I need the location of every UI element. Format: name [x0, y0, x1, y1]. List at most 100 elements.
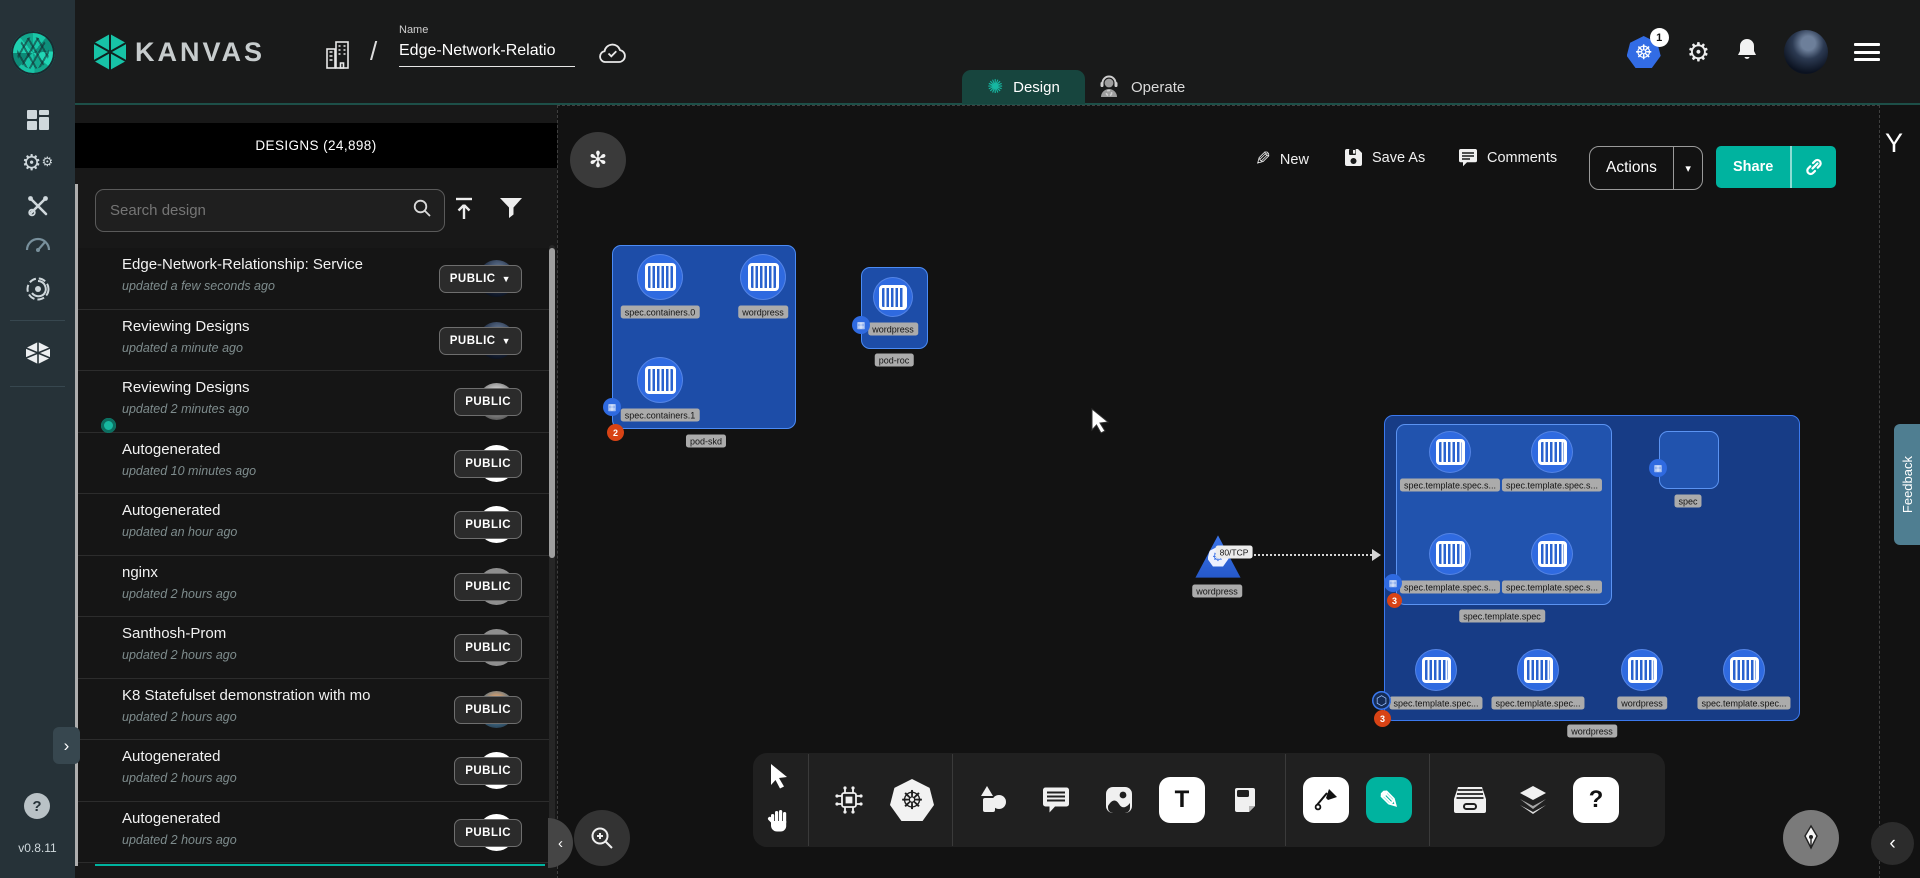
save-as-button[interactable]: Save As: [1344, 148, 1425, 167]
visibility-badge[interactable]: PUBLIC▼: [439, 265, 522, 293]
comment-tool[interactable]: [1033, 768, 1079, 832]
help-button[interactable]: ?: [24, 793, 50, 819]
layers-tool[interactable]: [1510, 768, 1556, 832]
publish-design-icon[interactable]: [453, 197, 475, 226]
design-list-item[interactable]: Reviewing Designsupdated 2 minutes agoPU…: [78, 371, 549, 433]
container-node[interactable]: [873, 277, 913, 317]
design-list-item[interactable]: Autogeneratedupdated an hour ago☺PUBLIC: [78, 494, 549, 556]
visibility-label: PUBLIC: [465, 642, 511, 654]
design-list-item[interactable]: Autogeneratedupdated 10 minutes ago☺PUBL…: [78, 433, 549, 495]
visibility-badge[interactable]: PUBLIC: [454, 511, 522, 539]
settings-gear-icon[interactable]: ⚙: [1687, 39, 1710, 65]
container-node[interactable]: [1429, 533, 1471, 575]
kubernetes-tool[interactable]: ☸: [889, 768, 935, 832]
pan-tool[interactable]: [767, 808, 791, 837]
node-label: spec.template.spec...: [1491, 697, 1584, 710]
toolbar-divider: [808, 754, 809, 846]
drawer-tool[interactable]: [1447, 768, 1493, 832]
container-node[interactable]: [637, 254, 683, 300]
visibility-badge[interactable]: PUBLIC: [454, 573, 522, 601]
tab-design[interactable]: ✺ Design: [962, 70, 1085, 104]
design-list-scroll-thumb[interactable]: [549, 248, 555, 558]
design-updated: updated a few seconds ago: [122, 279, 275, 293]
visibility-badge[interactable]: PUBLIC: [454, 757, 522, 785]
components-tool[interactable]: [826, 768, 872, 832]
design-updated: updated 2 hours ago: [122, 771, 237, 785]
sidebar-item-lifecycle[interactable]: ⚙⚙: [0, 146, 75, 180]
menu-hamburger-icon[interactable]: [1854, 43, 1880, 61]
design-name-input[interactable]: [399, 42, 575, 67]
meshery-logo[interactable]: [11, 31, 55, 75]
sidebar-item-kanvas[interactable]: [0, 336, 75, 370]
design-title: K8 Statefulset demonstration with mo: [122, 687, 402, 704]
container-icon: [748, 263, 779, 291]
design-search-input[interactable]: [96, 202, 412, 219]
new-design-button[interactable]: ✎ New: [1255, 148, 1309, 171]
design-list-item[interactable]: Autogeneratedupdated 2 hours ago☺PUBLIC: [78, 740, 549, 802]
list-loading-indicator: [95, 864, 545, 866]
tab-operate[interactable]: Operate: [1097, 70, 1213, 104]
text-tool[interactable]: T: [1159, 768, 1205, 832]
kubernetes-context-icon[interactable]: ☸ 1: [1627, 36, 1661, 68]
container-node[interactable]: [740, 254, 786, 300]
edge-port-label: 80/TCP: [1216, 546, 1253, 559]
design-list-item[interactable]: nginxupdated 2 hours agoPUBLIC: [78, 556, 549, 618]
container-node[interactable]: [1531, 431, 1573, 473]
organization-icon[interactable]: [325, 40, 353, 75]
search-icon[interactable]: [412, 198, 432, 223]
zoom-button[interactable]: [574, 810, 630, 866]
visibility-badge[interactable]: PUBLIC: [454, 634, 522, 662]
note-tool[interactable]: [1222, 768, 1268, 832]
visibility-label: PUBLIC: [465, 581, 511, 593]
kanvas-logo[interactable]: KANVAS: [93, 33, 265, 71]
design-title: Autogenerated: [122, 748, 402, 765]
visibility-badge[interactable]: PUBLIC▼: [439, 327, 522, 355]
help-tool[interactable]: ?: [1573, 768, 1619, 832]
design-list-item[interactable]: Autogeneratedupdated 2 hours ago☺PUBLIC: [78, 802, 549, 864]
image-tool[interactable]: [1096, 768, 1142, 832]
visibility-badge[interactable]: PUBLIC: [454, 450, 522, 478]
feedback-tab[interactable]: Feedback: [1894, 424, 1920, 545]
container-node[interactable]: [1621, 649, 1663, 691]
notifications-bell-icon[interactable]: [1736, 37, 1758, 68]
container-node[interactable]: [1531, 533, 1573, 575]
container-node[interactable]: [1723, 649, 1765, 691]
text-icon: T: [1159, 777, 1205, 823]
collapse-toolbar-button[interactable]: ‹: [1871, 822, 1914, 865]
visibility-badge[interactable]: PUBLIC: [454, 696, 522, 724]
filter-icon[interactable]: [499, 197, 523, 224]
comments-button[interactable]: Comments: [1458, 148, 1557, 167]
node-label: spec.template.spec...: [1389, 697, 1482, 710]
sidebar-expand-button[interactable]: ›: [53, 727, 80, 764]
caret-down-icon: ▼: [502, 336, 511, 346]
design-updated: updated 2 hours ago: [122, 648, 237, 662]
annotation-pen-fab[interactable]: [1783, 810, 1839, 866]
design-list-item[interactable]: K8 Statefulset demonstration with moupda…: [78, 679, 549, 741]
visibility-badge[interactable]: PUBLIC: [454, 388, 522, 416]
container-node[interactable]: [637, 357, 683, 403]
design-search-box: [95, 189, 445, 232]
node-label: spec.template.spec.s...: [1502, 479, 1602, 492]
sidebar-item-dashboard[interactable]: [0, 103, 75, 137]
sidebar-item-performance[interactable]: [0, 227, 75, 261]
canvas-context-button[interactable]: ✻: [570, 132, 626, 188]
visibility-badge[interactable]: PUBLIC: [454, 819, 522, 847]
design-list-item[interactable]: Edge-Network-Relationship: Serviceupdate…: [78, 248, 549, 310]
sidebar-item-configuration[interactable]: [0, 189, 75, 223]
design-list-item[interactable]: Santhosh-Promupdated 2 hours agoPUBLIC: [78, 617, 549, 679]
toolbar-divider: [1429, 754, 1430, 846]
container-node[interactable]: [1415, 649, 1457, 691]
group-spec[interactable]: [1659, 431, 1719, 489]
sidebar-item-extensions[interactable]: [0, 272, 75, 306]
container-node[interactable]: [1517, 649, 1559, 691]
pencil-icon: ✎: [1366, 777, 1412, 823]
shapes-tool[interactable]: [970, 768, 1016, 832]
visibility-label: PUBLIC: [465, 765, 511, 777]
pen-tool[interactable]: [1303, 768, 1349, 832]
design-list-item[interactable]: Reviewing Designsupdated a minute agoPUB…: [78, 310, 549, 372]
flower-icon: ✻: [589, 147, 607, 173]
draw-tool[interactable]: ✎: [1366, 768, 1412, 832]
user-avatar[interactable]: [1784, 30, 1828, 74]
select-tool[interactable]: [767, 763, 791, 794]
container-node[interactable]: [1429, 431, 1471, 473]
